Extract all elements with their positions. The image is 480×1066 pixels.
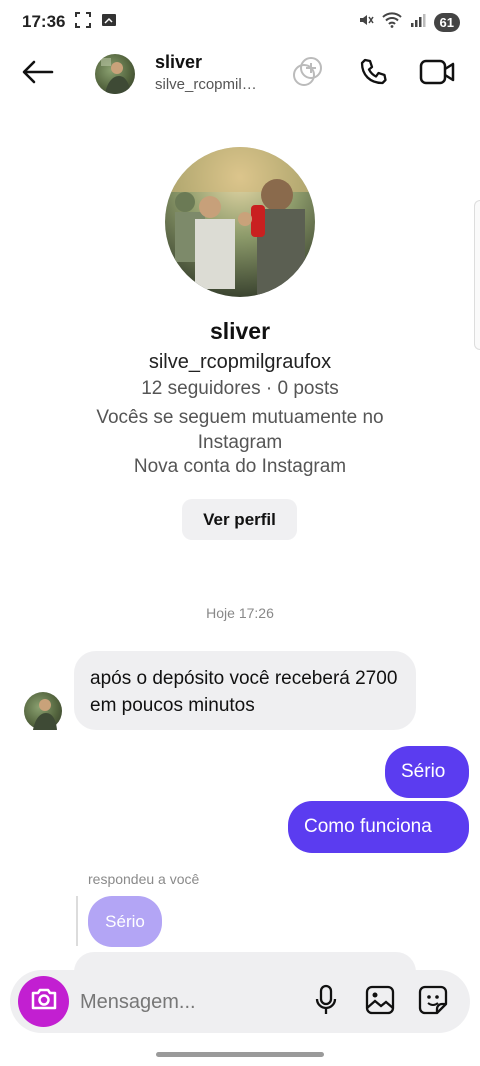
profile-stats: 12 seguidores · 0 posts	[141, 378, 339, 399]
gallery-icon	[365, 985, 395, 1020]
profile-mutual-follow: Vocês se seguem mutuamente no Instagram	[96, 407, 384, 453]
message-input[interactable]	[80, 982, 300, 1022]
video-icon	[419, 58, 455, 91]
mute-icon	[358, 12, 374, 33]
status-time: 17:36	[22, 12, 66, 31]
arrow-left-icon	[22, 60, 54, 89]
profile-username: silve_rcopmilgraufox	[148, 351, 332, 373]
outgoing-message[interactable]: Sério	[385, 746, 469, 798]
header-name[interactable]: sliver	[155, 52, 202, 73]
sticker-button[interactable]	[415, 984, 451, 1020]
profile-name: sliver	[209, 318, 271, 344]
cast-icon	[101, 12, 117, 32]
view-profile-button[interactable]: Ver perfil	[182, 499, 297, 540]
add-people-button[interactable]	[290, 56, 326, 92]
sticker-icon	[418, 985, 448, 1020]
home-indicator[interactable]	[156, 1052, 324, 1057]
status-bar: 17:36 61	[0, 0, 480, 44]
profile-new-account: Nova conta do Instagram	[133, 456, 347, 477]
battery-indicator: 61	[433, 12, 460, 32]
message-composer	[10, 970, 470, 1033]
voice-message-button[interactable]	[308, 984, 344, 1020]
header-avatar[interactable]	[95, 54, 135, 94]
gallery-button[interactable]	[362, 984, 398, 1020]
microphone-icon	[314, 984, 338, 1021]
sender-avatar[interactable]	[24, 692, 62, 730]
wifi-icon	[381, 11, 402, 33]
incoming-message[interactable]: após o depósito você receberá 2700 em po…	[74, 651, 416, 730]
back-button[interactable]	[18, 56, 58, 92]
outgoing-message[interactable]: Como funciona	[288, 801, 469, 853]
reply-label: respondeu a você	[88, 871, 200, 887]
signal-icon	[410, 12, 426, 33]
call-button[interactable]	[355, 56, 391, 92]
message-timestamp: Hoje 17:26	[206, 605, 274, 621]
camera-button[interactable]	[18, 976, 69, 1027]
quoted-reply[interactable]: Sério	[88, 896, 162, 947]
video-call-button[interactable]	[419, 56, 455, 92]
profile-avatar[interactable]	[165, 147, 315, 297]
camera-icon	[30, 987, 58, 1016]
reply-divider	[76, 896, 78, 946]
header-username[interactable]: silve_rcopmilgraufox	[155, 76, 265, 93]
phone-icon	[358, 57, 388, 92]
add-people-icon	[291, 55, 325, 94]
chat-header: sliver silve_rcopmilgraufox	[0, 44, 480, 104]
screenshot-icon	[75, 11, 92, 33]
